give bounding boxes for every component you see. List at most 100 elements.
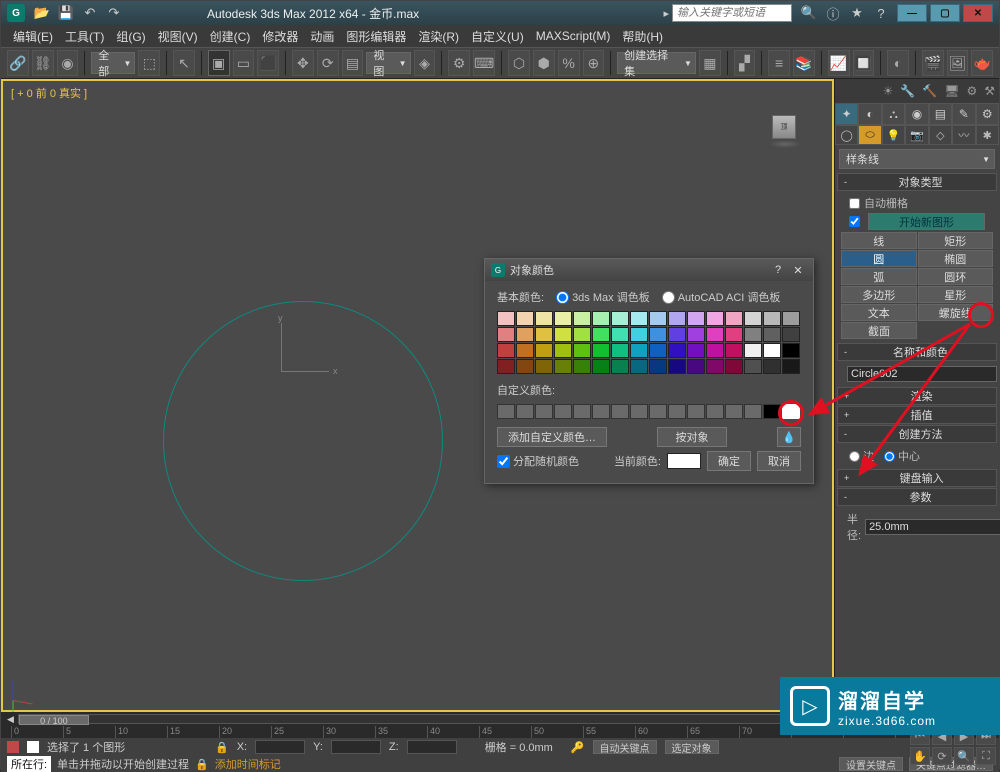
color-cell[interactable] [497,311,515,326]
hierarchy-tab[interactable]: ⛬ [882,103,905,125]
custom-color-cell[interactable] [573,404,591,419]
menu-graph[interactable]: 图形编辑器 [340,25,412,48]
color-cell[interactable] [630,343,648,358]
info-icon[interactable]: ⓘ [822,3,844,23]
color-cell[interactable] [668,311,686,326]
btn-helix[interactable]: 螺旋线 [918,304,994,321]
color-cell[interactable] [630,311,648,326]
color-cell[interactable] [744,359,762,374]
radio-edge[interactable] [849,451,860,462]
viewcube[interactable]: 顶 [766,111,802,147]
color-cell[interactable] [725,343,743,358]
search-input[interactable] [672,4,792,22]
btn-star[interactable]: 星形 [918,286,994,303]
color-cell[interactable] [554,343,572,358]
btn-arc[interactable]: 弧 [841,268,917,285]
cancel-button[interactable]: 取消 [757,451,801,471]
ref-coord[interactable]: 视图 [366,52,410,74]
snap-pct-icon[interactable]: % [558,50,580,76]
ok-button[interactable]: 确定 [707,451,751,471]
add-time-marker[interactable]: 添加时间标记 [215,756,281,772]
color-cell[interactable] [687,359,705,374]
color-cell[interactable] [592,327,610,342]
color-cell[interactable] [611,359,629,374]
custom-color-cell[interactable] [668,404,686,419]
save-icon[interactable]: 💾 [55,3,77,23]
spinner-snap-icon[interactable]: ⊕ [583,50,605,76]
color-cell[interactable] [687,327,705,342]
motion-tab[interactable]: ◉ [905,103,928,125]
color-cell[interactable] [706,359,724,374]
set-add-icon[interactable]: ▦ [699,50,721,76]
display-icon[interactable]: 🖥 [944,84,959,98]
menu-group[interactable]: 组(G) [110,25,151,48]
mat-ed-icon[interactable]: ◐ [887,50,909,76]
menu-edit[interactable]: 编辑(E) [7,25,59,48]
viewport-label[interactable]: [ + 0 前 0 真实 ] [11,85,87,101]
light-icon[interactable]: ☀ [883,84,894,98]
nav-zoom[interactable]: 🔍 [954,747,974,765]
menu-create[interactable]: 创建(C) [204,25,257,48]
color-cell[interactable] [611,311,629,326]
color-cell[interactable] [592,311,610,326]
custom-color-cell[interactable] [497,404,515,419]
color-cell[interactable] [725,311,743,326]
rotate-icon[interactable]: ⟳ [317,50,339,76]
open-icon[interactable]: 📂 [31,3,53,23]
minimize-button[interactable]: — [897,4,927,22]
btn-rect[interactable]: 矩形 [918,232,994,249]
keyboard-icon[interactable]: ⌨ [473,50,495,76]
sub-shape[interactable]: ⬭ [858,125,881,145]
star-icon[interactable]: ★ [846,3,868,23]
layer-icon[interactable]: 📚 [793,50,815,76]
cursor-icon[interactable]: ↖ [173,50,195,76]
autokey-btn[interactable]: 自动关键点 [593,740,657,754]
custom-color-cell[interactable] [687,404,705,419]
render-icon[interactable]: 🫖 [971,50,993,76]
curve-ed-icon[interactable]: 📈 [828,50,850,76]
wrench-icon[interactable]: 🔧 [900,84,915,98]
display-tab2[interactable]: ▤ [929,103,952,125]
color-cell[interactable] [554,327,572,342]
named-set[interactable]: 创建选择集 [617,52,696,74]
bind-icon[interactable]: ◉ [57,50,79,76]
color-cell[interactable] [573,311,591,326]
color-cell[interactable] [763,327,781,342]
nav-pan[interactable]: ✋ [910,747,930,765]
rollout-params[interactable]: -参数 [837,488,997,506]
color-cell[interactable] [706,343,724,358]
eyedropper-icon[interactable]: 💧 [777,427,801,447]
custom-color-cell[interactable] [782,404,800,419]
selkey-btn[interactable]: 选定对象 [665,740,719,754]
menu-view[interactable]: 视图(V) [152,25,204,48]
color-cell[interactable] [516,359,534,374]
color-cell[interactable] [535,359,553,374]
color-cell[interactable] [573,359,591,374]
scale-icon[interactable]: ▤ [342,50,364,76]
color-cell[interactable] [706,311,724,326]
modify-tab[interactable]: ◐ [858,103,881,125]
color-cell[interactable] [649,311,667,326]
custom-color-cell[interactable] [744,404,762,419]
custom-color-cell[interactable] [592,404,610,419]
color-cell[interactable] [725,327,743,342]
btn-section[interactable]: 截面 [841,322,917,339]
color-cell[interactable] [554,359,572,374]
color-cell[interactable] [649,343,667,358]
dialog-titlebar[interactable]: G 对象颜色 ? ✕ [485,259,813,281]
cog-icon[interactable]: ⚒ [984,84,995,98]
sub-helper[interactable]: ◇ [929,125,952,145]
custom-color-cell[interactable] [630,404,648,419]
select-rect-icon[interactable]: ▭ [233,50,255,76]
color-cell[interactable] [497,327,515,342]
unlink-icon[interactable]: ⛓ [32,50,54,76]
create-tab[interactable]: ✦ [835,103,858,125]
color-cell[interactable] [744,311,762,326]
random-color-checkbox[interactable] [497,455,510,468]
snap-angle-icon[interactable]: ⬢ [533,50,555,76]
rollout-render[interactable]: +渲染 [837,387,997,405]
by-object-btn[interactable]: 按对象 [657,427,727,447]
btn-donut[interactable]: 圆环 [918,268,994,285]
rollout-name-color[interactable]: -名称和颜色 [837,343,997,361]
auto-grid-checkbox[interactable] [849,198,860,209]
